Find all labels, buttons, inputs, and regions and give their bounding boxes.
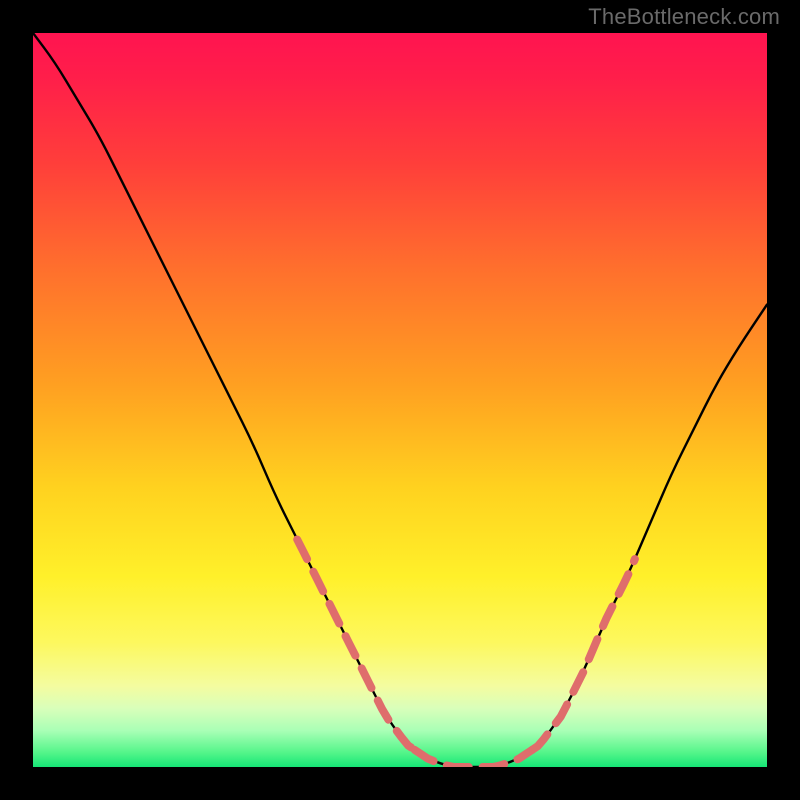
- watermark-text: TheBottleneck.com: [588, 4, 780, 30]
- bottleneck-curve: [33, 33, 767, 767]
- chart-stage: TheBottleneck.com: [0, 0, 800, 800]
- dash-segment-floor: [415, 750, 532, 767]
- plot-area: [33, 33, 767, 767]
- dash-segment-left: [297, 540, 415, 750]
- curve-layer: [33, 33, 767, 767]
- dash-segment-right: [532, 559, 635, 750]
